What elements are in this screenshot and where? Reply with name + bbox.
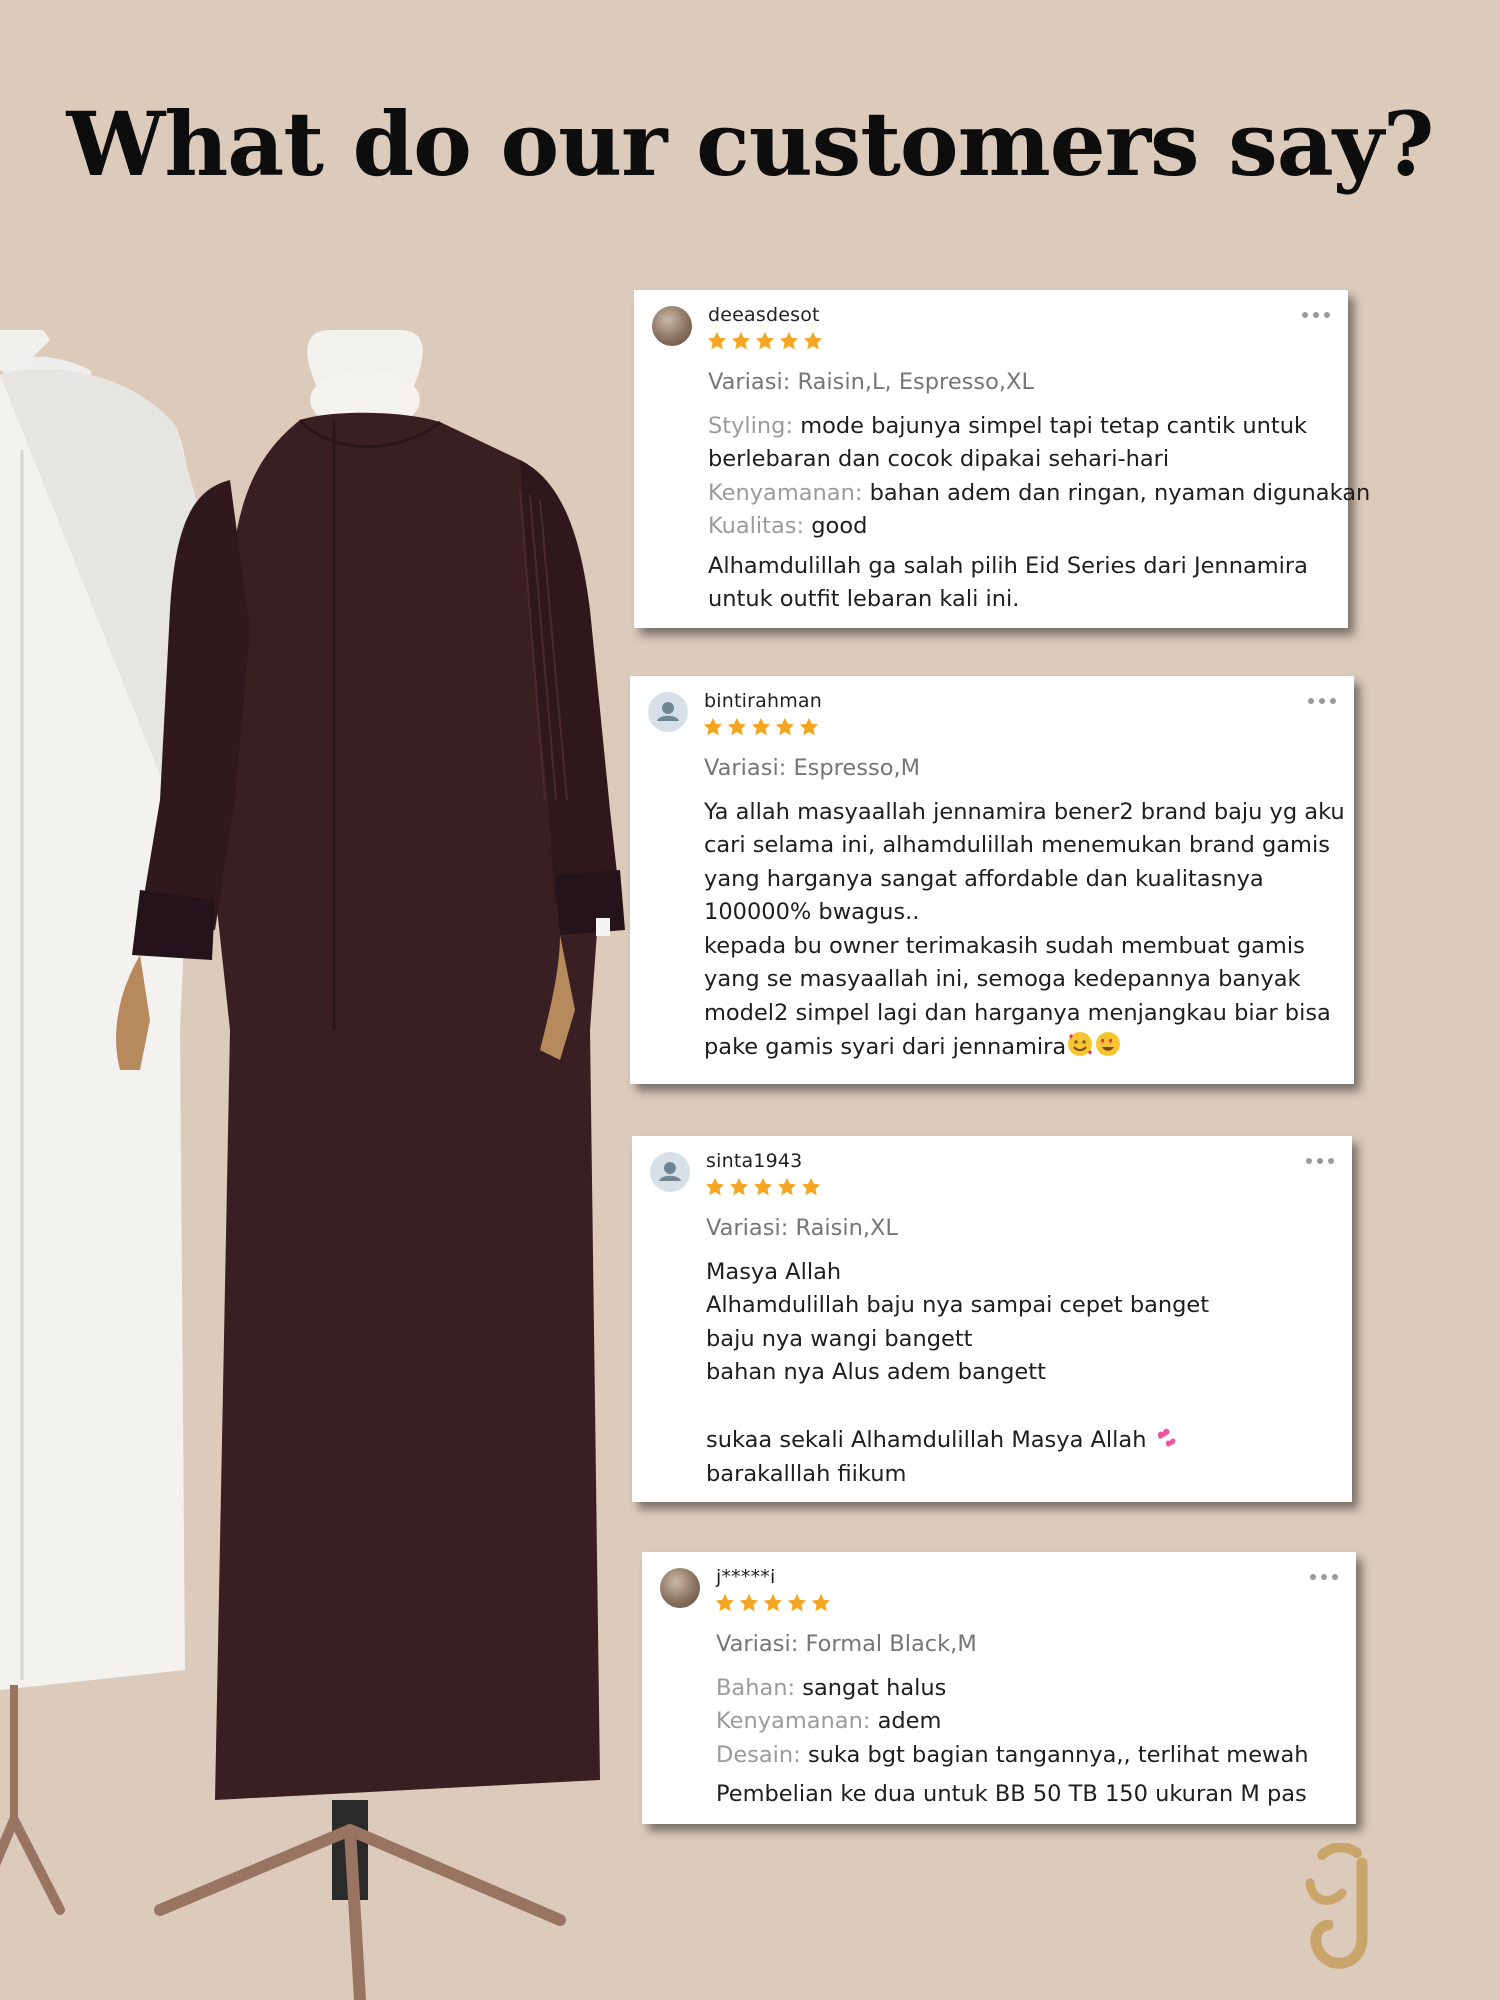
field-value: good [811, 513, 868, 539]
page-title: What do our customers say? [66, 92, 1434, 196]
field-value: suka bgt bagian tangannya,, terlihat mew… [807, 1741, 1309, 1768]
brand-logo [1305, 1843, 1368, 1969]
star-icon [787, 1593, 807, 1612]
review-text: bahan nya Alus adem bangett [706, 1359, 1046, 1385]
star-icon [803, 331, 823, 350]
product-photo [0, 330, 625, 2000]
star-icon [727, 717, 747, 736]
star-icon [729, 1177, 749, 1196]
review-username[interactable]: j*****i [716, 1566, 775, 1588]
field-value: mode bajunya simpel tapi tetap cantik un… [800, 412, 1307, 439]
dress-stand [154, 1800, 566, 2000]
field-label: Kualitas: [708, 513, 805, 539]
review-text: sukaa sekali Alhamdulillah Masya Allah [706, 1427, 1147, 1453]
review-text: kepada bu owner terimakasih sudah membua… [704, 932, 1305, 959]
star-icon [753, 1177, 773, 1196]
review-body: Variasi: Raisin,XL Masya Allah Alhamduli… [706, 1212, 1336, 1491]
review-username[interactable]: bintirahman [704, 690, 822, 712]
review-text: Masya Allah [706, 1258, 842, 1285]
review-text: yang harganya sangat affordable dan kual… [704, 865, 1264, 892]
star-icon [705, 1177, 725, 1196]
review-text: baju nya wangi bangett [706, 1325, 973, 1352]
star-icon [731, 331, 751, 350]
white-dress [0, 330, 205, 1915]
field-label: Kenyamanan: [716, 1708, 871, 1734]
more-options-icon[interactable] [1306, 1158, 1334, 1164]
review-text: Alhamdulillah baju nya sampai cepet bang… [706, 1292, 1210, 1318]
review-text: Ya allah masyaallah jennamira bener2 bra… [704, 798, 1345, 825]
review-variasi: Variasi: Raisin,L, Espresso,XL [708, 369, 1034, 395]
review-card: deeasdesot Variasi: Raisin,L, Espresso,X… [634, 290, 1370, 628]
two-hearts-emoji [1157, 1428, 1176, 1447]
star-icon [739, 1593, 759, 1612]
review-body: Variasi: Raisin,L, Espresso,XL Styling: … [708, 366, 1370, 617]
heart-eyes-emoji [1096, 1032, 1121, 1056]
rating-stars [714, 1592, 832, 1614]
field-label: Desain: [716, 1741, 801, 1768]
more-options-icon[interactable] [1310, 1574, 1338, 1580]
review-text: untuk outfit lebaran kali ini. [708, 586, 1020, 612]
star-icon [799, 717, 819, 736]
review-variasi: Variasi: Raisin,XL [706, 1215, 898, 1241]
star-icon [811, 1593, 831, 1612]
review-body: Variasi: Formal Black,M Bahan: sangat ha… [716, 1628, 1340, 1812]
star-icon [707, 331, 727, 350]
field-value: bahan adem dan ringan, nyaman digunakan [869, 479, 1371, 506]
review-text: pake gamis syari dari jennamira [704, 1034, 1067, 1060]
review-text: model2 simpel lagi dan harganya menjangk… [704, 999, 1331, 1026]
review-text: 100000% bwagus.. [704, 899, 920, 925]
field-value: sangat halus [802, 1674, 947, 1701]
review-body: Variasi: Espresso,M Ya allah masyaallah … [704, 752, 1345, 1065]
more-options-icon[interactable] [1308, 698, 1336, 704]
brown-dress [132, 412, 625, 1801]
star-icon [779, 331, 799, 350]
star-icon [751, 717, 771, 736]
field-label: Styling: [708, 412, 794, 439]
review-card: sinta1943 Variasi: Raisin,XL Masya Allah… [632, 1136, 1352, 1502]
field-value: berlebaran dan cocok dipakai sehari-hari [708, 446, 1170, 472]
star-icon [775, 717, 795, 736]
user-avatar[interactable] [652, 306, 692, 346]
field-label: Bahan: [716, 1674, 796, 1701]
rating-stars [706, 330, 824, 352]
more-options-icon[interactable] [1302, 312, 1330, 318]
review-variasi: Variasi: Formal Black,M [716, 1631, 977, 1657]
review-text: barakalllah fiikum [706, 1460, 907, 1487]
star-icon [703, 717, 723, 736]
star-icon [777, 1177, 797, 1196]
star-icon [763, 1593, 783, 1612]
user-avatar-icon[interactable] [648, 692, 688, 732]
field-value: adem [877, 1708, 942, 1734]
review-username[interactable]: deeasdesot [708, 304, 820, 326]
star-icon [801, 1177, 821, 1196]
smiling-face-with-hearts-emoji [1068, 1032, 1093, 1056]
user-avatar[interactable] [660, 1568, 700, 1608]
review-card: bintirahman Variasi: Espresso,M Ya allah… [630, 676, 1354, 1084]
rating-stars [704, 1176, 822, 1198]
star-icon [755, 331, 775, 350]
review-text: cari selama ini, alhamdulillah menemukan… [704, 832, 1330, 858]
star-icon [715, 1593, 735, 1612]
review-text: yang se masyaallah ini, semoga kedepanny… [704, 966, 1301, 992]
review-variasi: Variasi: Espresso,M [704, 755, 921, 781]
review-username[interactable]: sinta1943 [706, 1150, 802, 1172]
review-text: Pembelian ke dua untuk BB 50 TB 150 ukur… [716, 1781, 1307, 1807]
review-card: j*****i Variasi: Formal Black,M Bahan: s… [642, 1552, 1356, 1824]
rating-stars [702, 716, 820, 738]
user-avatar-icon[interactable] [650, 1152, 690, 1192]
review-text-blank [706, 1390, 1336, 1424]
review-text: Alhamdulillah ga salah pilih Eid Series … [708, 552, 1308, 579]
field-label: Kenyamanan: [708, 479, 863, 506]
